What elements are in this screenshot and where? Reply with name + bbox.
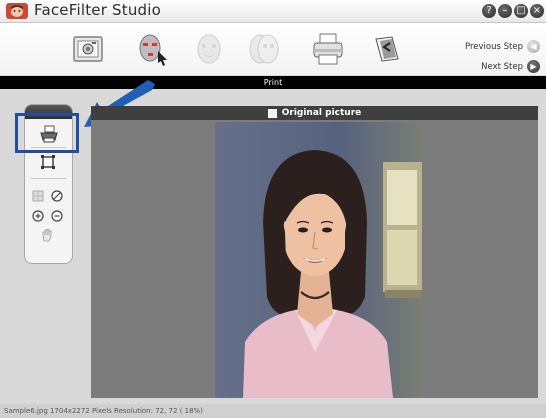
- back-step[interactable]: [368, 31, 404, 67]
- step-toolbar: Previous Step ◀ Next Step ▶: [0, 23, 546, 75]
- zoom-out-icon: [51, 210, 63, 222]
- fit-tool[interactable]: [32, 187, 44, 202]
- hand-icon: [42, 229, 52, 242]
- close-icon[interactable]: ×: [530, 4, 544, 18]
- print-step[interactable]: [310, 31, 346, 67]
- fit-grid-icon: [32, 190, 44, 202]
- face-compare-step[interactable]: [246, 31, 282, 67]
- minimize-icon[interactable]: –: [498, 4, 512, 18]
- face-faded-icon: [197, 34, 221, 64]
- help-icon[interactable]: ?: [482, 4, 496, 18]
- previous-step-label: Previous Step: [465, 41, 523, 52]
- zoom-out-tool[interactable]: [51, 207, 63, 222]
- title-bar: FaceFilter Studio ? – □ ×: [0, 0, 546, 23]
- maximize-icon[interactable]: □: [514, 4, 528, 18]
- no-sign-icon: [51, 190, 63, 202]
- face-faded-icon: [249, 34, 279, 64]
- crop-frame-icon: [41, 155, 55, 169]
- arrow-right-icon: ▶: [527, 60, 540, 73]
- face-red-points-icon: [139, 34, 167, 66]
- zoom-in-tool[interactable]: [32, 207, 44, 222]
- face-logo-icon: [6, 3, 28, 19]
- face-detect-step[interactable]: [134, 31, 170, 67]
- status-bar: Sample6.jpg 1704x2272 Pixels Resolution:…: [0, 404, 546, 418]
- picture-header: Original picture: [91, 106, 538, 120]
- pan-tool[interactable]: [40, 227, 54, 242]
- previous-step-button[interactable]: Previous Step ◀: [465, 40, 540, 53]
- open-picture-step[interactable]: [70, 31, 106, 67]
- portrait-photo: [215, 122, 422, 398]
- camera-icon: [73, 36, 103, 62]
- face-adjust-step[interactable]: [191, 31, 227, 67]
- picture-header-label: Original picture: [281, 108, 362, 118]
- app-title: FaceFilter Studio: [34, 1, 162, 19]
- picture-area[interactable]: Original picture: [91, 106, 538, 398]
- tool-separator: [31, 178, 66, 179]
- printer-icon: [313, 33, 343, 65]
- arrow-left-icon: ◀: [527, 40, 540, 53]
- next-step-button[interactable]: Next Step ▶: [481, 60, 540, 73]
- back-arrow-icon: [375, 36, 399, 62]
- next-step-label: Next Step: [481, 61, 523, 72]
- crop-tool[interactable]: [40, 154, 56, 170]
- print-tool-highlight: [15, 113, 79, 153]
- rotate-tool[interactable]: [51, 187, 63, 202]
- zoom-in-icon: [32, 210, 44, 222]
- original-picture-checkbox[interactable]: [267, 108, 277, 118]
